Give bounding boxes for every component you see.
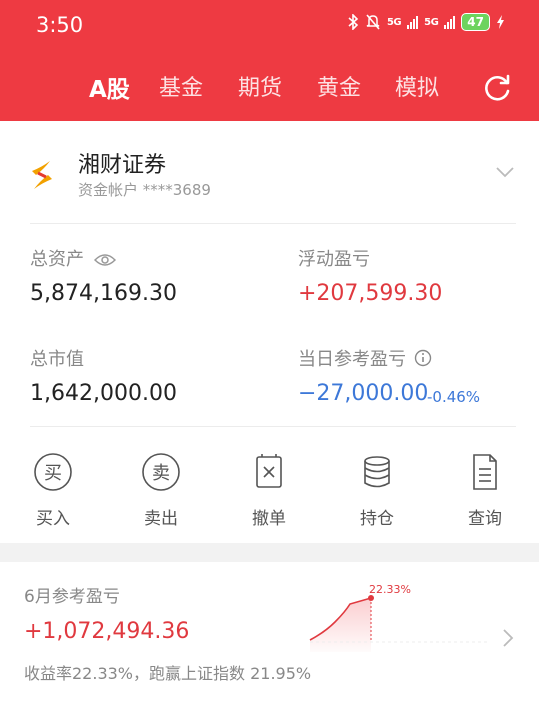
cancel-order-button[interactable]: 撤单 bbox=[229, 452, 309, 529]
top-header: 3:50 5G 5G 47 A股 基金 期货 黄金 模拟 bbox=[0, 0, 539, 121]
refresh-icon[interactable] bbox=[482, 74, 512, 104]
info-icon[interactable] bbox=[414, 349, 432, 367]
sell-icon: 卖 bbox=[142, 453, 180, 491]
status-time: 3:50 bbox=[36, 13, 84, 37]
total-assets-value: 5,874,169.30 bbox=[30, 281, 177, 306]
cancel-order-icon bbox=[256, 454, 282, 488]
signal-2-icon bbox=[444, 15, 456, 29]
monthly-pl-card[interactable]: 6月参考盈亏 +1,072,494.36 收益率22.33%，跑赢上证指数 21… bbox=[0, 562, 539, 709]
tab-gold[interactable]: 黄金 bbox=[317, 70, 361, 102]
database-icon bbox=[364, 456, 390, 488]
tab-futures[interactable]: 期货 bbox=[238, 70, 282, 102]
sell-label: 卖出 bbox=[144, 509, 178, 529]
monthly-pl-sparkline: 22.33% bbox=[309, 583, 490, 652]
mute-icon bbox=[366, 14, 380, 30]
charging-icon bbox=[497, 15, 504, 29]
divider bbox=[30, 223, 516, 224]
positions-label: 持仓 bbox=[360, 509, 394, 529]
sparkline-label: 22.33% bbox=[369, 583, 411, 596]
buy-icon: 买 bbox=[34, 453, 72, 491]
chevron-down-icon[interactable] bbox=[495, 165, 515, 179]
positions-button[interactable]: 持仓 bbox=[337, 452, 417, 529]
daily-pl-percent: -0.46% bbox=[427, 388, 481, 406]
monthly-pl-title: 6月参考盈亏 bbox=[24, 587, 120, 607]
battery-level: 47 bbox=[461, 13, 490, 31]
network-type-1: 5G bbox=[386, 16, 402, 28]
query-button[interactable]: 查询 bbox=[445, 452, 525, 529]
tab-simulation[interactable]: 模拟 bbox=[395, 70, 439, 102]
monthly-pl-value: +1,072,494.36 bbox=[24, 619, 190, 644]
floating-pl-label: 浮动盈亏 bbox=[298, 249, 370, 270]
broker-logo-icon bbox=[32, 161, 52, 189]
total-assets-label: 总资产 bbox=[30, 245, 116, 271]
buy-label: 买入 bbox=[36, 509, 70, 529]
chevron-right-icon[interactable] bbox=[502, 628, 514, 648]
eye-icon[interactable] bbox=[93, 253, 116, 267]
signal-1-icon bbox=[407, 15, 419, 29]
buy-glyph: 买 bbox=[44, 463, 62, 484]
network-type-2: 5G bbox=[424, 16, 439, 28]
sell-glyph: 卖 bbox=[152, 463, 170, 484]
buy-button[interactable]: 买 买入 bbox=[13, 452, 93, 529]
query-label: 查询 bbox=[468, 509, 502, 529]
bluetooth-icon bbox=[348, 14, 359, 30]
tab-funds[interactable]: 基金 bbox=[159, 70, 203, 102]
divider bbox=[30, 426, 516, 427]
market-value-value: 1,642,000.00 bbox=[30, 381, 177, 406]
account-number: 资金帐户 ****3689 bbox=[78, 181, 211, 199]
market-tabs: A股 基金 期货 黄金 模拟 bbox=[0, 70, 539, 104]
status-icons: 5G 5G 47 bbox=[348, 13, 505, 31]
sell-button[interactable]: 卖 卖出 bbox=[121, 452, 201, 529]
document-icon bbox=[473, 454, 497, 490]
monthly-pl-description: 收益率22.33%，跑赢上证指数 21.95% bbox=[24, 664, 312, 683]
cancel-order-label: 撤单 bbox=[252, 509, 286, 529]
market-value-label: 总市值 bbox=[30, 349, 84, 370]
floating-pl-value: +207,599.30 bbox=[298, 281, 443, 306]
tab-a-shares[interactable]: A股 bbox=[89, 70, 130, 104]
daily-pl-label: 当日参考盈亏 bbox=[298, 345, 432, 371]
daily-pl-value: −27,000.00 bbox=[298, 381, 429, 406]
broker-name[interactable]: 湘财证券 bbox=[78, 147, 166, 179]
